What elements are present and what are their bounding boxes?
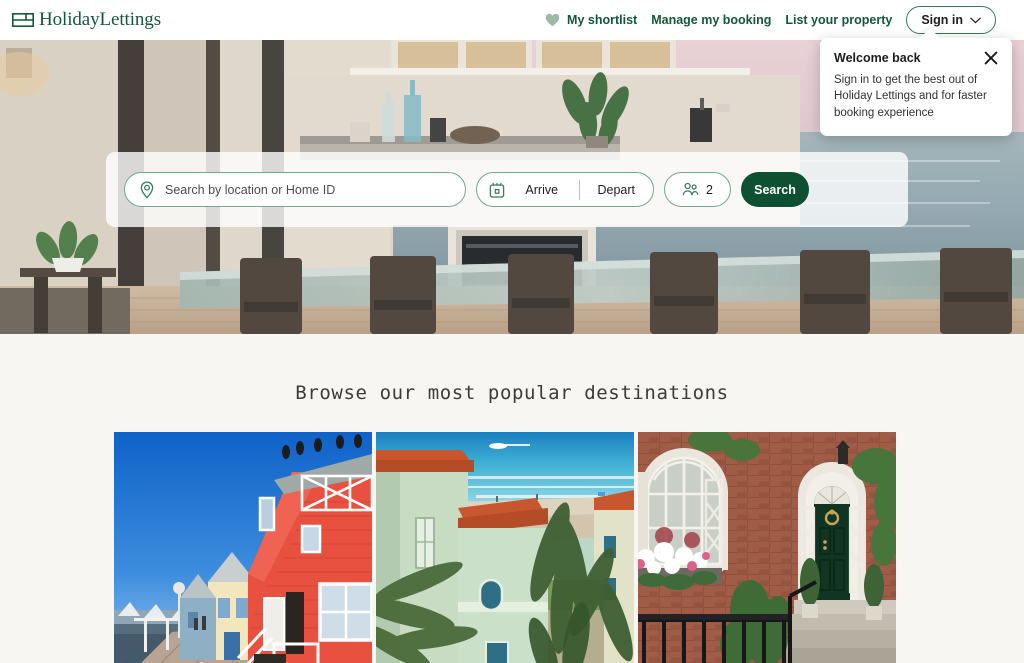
destination-photo-miami-beach: [376, 432, 634, 663]
search-button[interactable]: Search: [741, 172, 809, 207]
search-bar: Search by location or Home ID Arrive Dep…: [106, 152, 908, 227]
destination-card-miami-beach[interactable]: Miami Beach Home Rentals: [376, 432, 634, 663]
arrive-date-field[interactable]: Arrive: [505, 183, 579, 197]
search-location-placeholder: Search by location or Home ID: [165, 182, 336, 197]
tooltip-body: Sign in to get the best out of Holiday L…: [834, 74, 987, 119]
search-location-input[interactable]: Search by location or Home ID: [124, 172, 466, 207]
guests-selector[interactable]: 2: [664, 172, 731, 207]
destination-card-boston[interactable]: Boston Vacation Rentals: [638, 432, 896, 663]
location-pin-icon: [140, 180, 154, 199]
depart-date-field[interactable]: Depart: [580, 183, 654, 197]
destination-photo-boston: [638, 432, 896, 663]
sign-in-label: Sign in: [921, 13, 963, 27]
destination-photo-los-angeles: [114, 432, 372, 663]
logo-text: HolidayLettings: [39, 9, 161, 30]
calendar-icon: [489, 182, 505, 198]
guests-count: 2: [706, 182, 713, 197]
site-header: HolidayLettings My shortlist Manage my b…: [0, 0, 1024, 136]
chevron-down-icon: [970, 17, 981, 23]
nav-link-manage-my-booking[interactable]: Manage my booking: [651, 13, 771, 27]
search-dates-field: Arrive Depart: [476, 172, 654, 207]
destination-card-los-angeles[interactable]: Los Angeles Vacation Rentals: [114, 432, 372, 663]
nav-link-list-your-property[interactable]: List your property: [785, 13, 892, 27]
close-icon[interactable]: [984, 51, 998, 65]
destinations-title: Browse our most popular destinations: [295, 382, 729, 404]
site-logo[interactable]: HolidayLettings: [12, 9, 161, 31]
guests-icon: [682, 182, 699, 196]
destination-cards: Los Angeles Vacation Rentals: [0, 432, 1024, 663]
tooltip-title: Welcome back: [834, 51, 921, 65]
nav-link-my-shortlist[interactable]: My shortlist: [567, 13, 637, 27]
window-panes-icon: [12, 13, 34, 27]
destinations-section: Browse our most popular destinations: [0, 334, 1024, 663]
destination-card-label: Los Angeles Vacation Rentals: [124, 659, 364, 663]
heart-icon[interactable]: [545, 13, 560, 27]
welcome-back-tooltip: Welcome back Sign in to get the best out…: [820, 38, 1012, 136]
sign-in-button[interactable]: Sign in: [906, 6, 996, 34]
tooltip-header: Welcome back: [834, 51, 998, 65]
